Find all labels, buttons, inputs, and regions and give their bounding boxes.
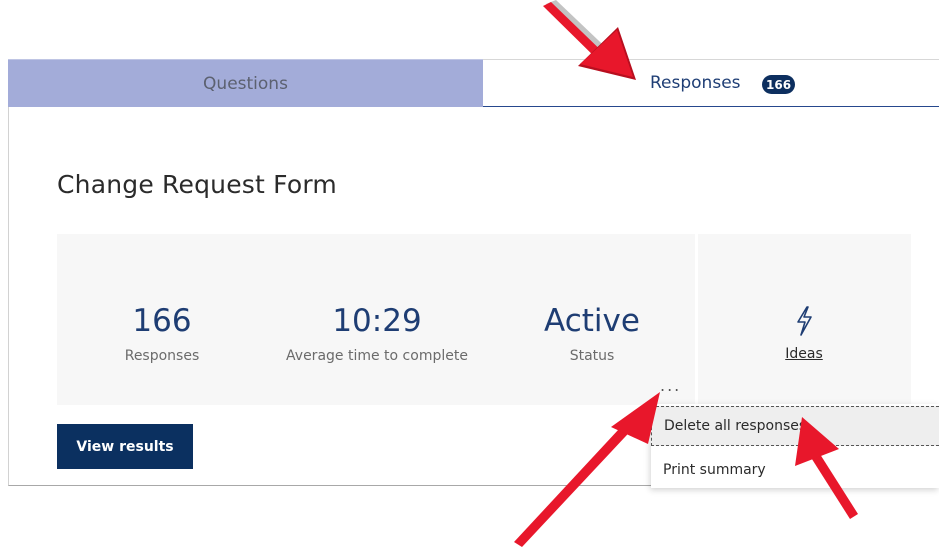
stat-responses: 166 Responses	[107, 304, 217, 364]
stat-caption: Status	[569, 348, 615, 364]
page-title: Change Request Form	[57, 170, 337, 199]
more-options-menu: Delete all responses Print summary	[651, 404, 939, 488]
menu-item-delete-all-responses[interactable]: Delete all responses	[651, 406, 939, 446]
stat-value: Active	[544, 303, 640, 339]
stat-average-time: 10:29 Average time to complete	[267, 304, 487, 364]
stat-value: 166	[132, 303, 192, 339]
stat-caption: Responses	[124, 348, 200, 364]
tab-responses[interactable]: Responses 166	[483, 59, 939, 107]
stat-value: 10:29	[332, 303, 422, 339]
stat-status: Active Status	[537, 304, 647, 364]
responses-count-badge: 166	[762, 75, 796, 94]
tab-questions-label: Questions	[203, 73, 288, 94]
menu-item-print-summary[interactable]: Print summary	[651, 450, 939, 490]
tab-responses-label: Responses	[650, 73, 741, 93]
ideas-card[interactable]: Ideas	[698, 234, 911, 405]
tab-questions[interactable]: Questions	[8, 59, 483, 107]
stat-caption: Average time to complete	[286, 348, 468, 364]
summary-stats-card: 166 Responses 10:29 Average time to comp…	[57, 234, 695, 405]
more-horizontal-icon[interactable]: ...	[660, 378, 681, 394]
ideas-link[interactable]: Ideas	[764, 346, 844, 362]
view-results-button[interactable]: View results	[57, 424, 193, 469]
lightning-icon	[797, 306, 812, 336]
